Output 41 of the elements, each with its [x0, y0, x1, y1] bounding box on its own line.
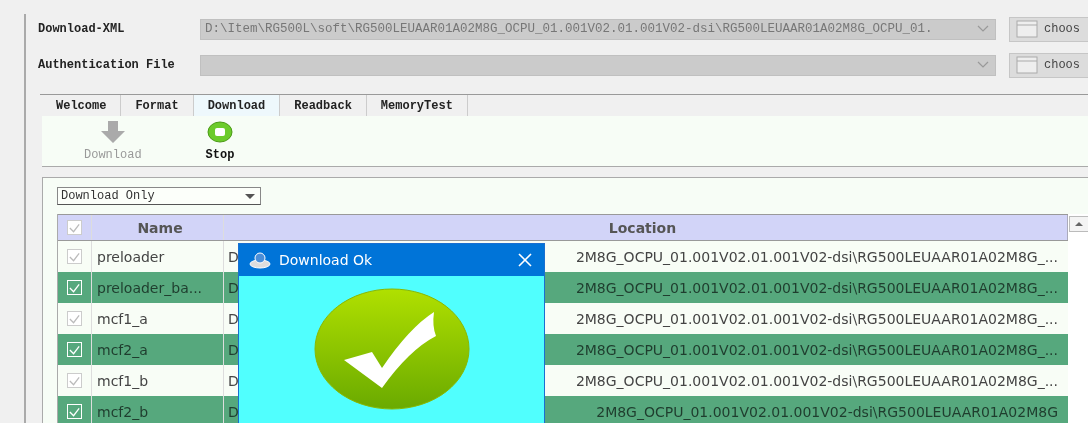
table-cell: D — [228, 248, 239, 265]
checkbox[interactable] — [67, 220, 82, 235]
dialog-title: Download Ok — [279, 252, 374, 268]
table-cell: 2M8G_OCPU_01.001V02.01.001V02-dsi\RG500LEUAAR01A02M8G_... — [575, 310, 1058, 327]
mode-dropdown[interactable]: Download Only — [57, 187, 261, 205]
table-cell: preloader_ba... — [97, 279, 203, 296]
column-header[interactable]: Name — [92, 215, 224, 240]
disk-icon — [249, 251, 271, 269]
choose-button[interactable]: choos — [1009, 52, 1088, 78]
checkbox[interactable] — [67, 373, 82, 388]
chevron-icon — [977, 61, 989, 69]
table-cell: mcf2_b — [97, 403, 149, 420]
stop-icon — [207, 120, 233, 144]
checkbox[interactable] — [67, 311, 82, 326]
table-cell: D — [228, 341, 239, 358]
field-label: Download-XML — [38, 22, 126, 36]
check-icon — [313, 288, 470, 410]
table-cell: preloader — [97, 248, 165, 265]
table-cell: 2M8G_OCPU_01.001V02.01.001V02-dsi\RG500LEUAAR01A02M8G_... — [575, 372, 1058, 389]
table-cell: D — [228, 279, 239, 296]
table-cell: D — [228, 403, 239, 420]
table-cell: 2M8G_OCPU_01.001V02.01.001V02-dsi\RG500LEUAAR01A02M8G_... — [575, 279, 1058, 296]
table-cell: 2M8G_OCPU_01.001V02.01.001V02-dsi\RG500LEUAAR01A02M8G_... — [575, 248, 1058, 265]
close-icon[interactable] — [518, 253, 532, 267]
checkbox[interactable] — [67, 249, 82, 264]
scroll-up-icon[interactable] — [1069, 216, 1088, 232]
choose-button[interactable]: choos — [1009, 16, 1088, 42]
table-cell: mcf2_a — [97, 341, 148, 358]
path-combo[interactable] — [200, 54, 996, 76]
table-cell: 2M8G_OCPU_01.001V02.01.001V02-dsi\RG500LEUAAR01A02M8G — [596, 403, 1058, 420]
chevron-icon — [977, 25, 989, 33]
arrow-down-icon — [99, 120, 126, 144]
toolbar-button[interactable]: Stop — [203, 116, 237, 166]
tab[interactable]: Download — [193, 95, 281, 116]
table-cell: D — [228, 372, 239, 389]
scrollbar[interactable] — [1068, 214, 1088, 423]
table-cell: D — [228, 310, 239, 327]
table-cell: 2M8G_OCPU_01.001V02.01.001V02-dsi\RG500LEUAAR01A02M8G_... — [575, 341, 1058, 358]
table-cell: mcf1_a — [97, 310, 148, 327]
field-label: Authentication File — [38, 58, 176, 72]
table-cell: mcf1_b — [97, 372, 149, 389]
